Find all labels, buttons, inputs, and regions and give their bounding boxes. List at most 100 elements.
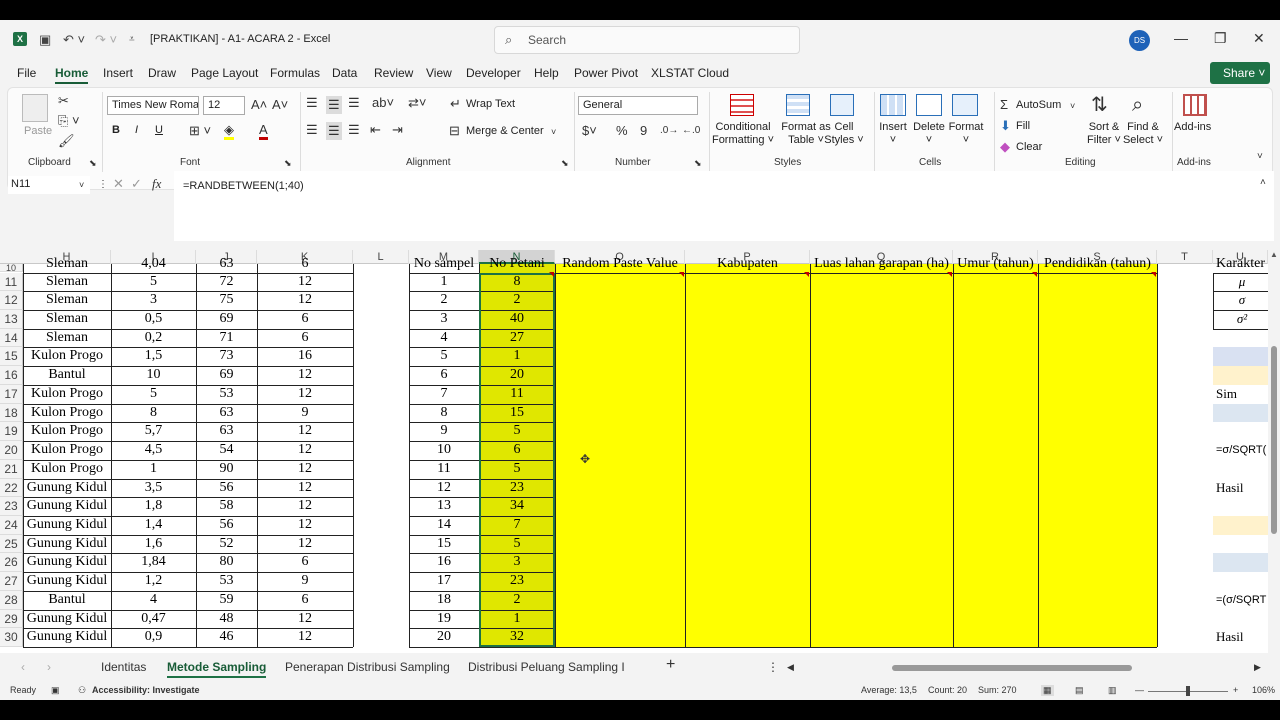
insert-function-icon[interactable]: fx xyxy=(152,177,161,191)
dialog-launcher-icon[interactable]: ⬊ xyxy=(561,156,569,170)
italic-button[interactable]: I xyxy=(135,124,138,136)
row-header-28[interactable]: 28 xyxy=(0,590,23,610)
cell-k20[interactable]: 12 xyxy=(257,441,353,460)
cell-h10[interactable]: Sleman xyxy=(23,255,111,273)
cell-m24[interactable]: 14 xyxy=(409,516,479,535)
sheet-tab-identitas[interactable]: Identitas xyxy=(101,660,146,674)
cell-k26[interactable]: 6 xyxy=(257,553,353,572)
row-header-13[interactable]: 13 xyxy=(0,309,23,329)
row-header-16[interactable]: 16 xyxy=(0,366,23,385)
cell-j24[interactable]: 56 xyxy=(196,516,257,535)
cell-i15[interactable]: 1,5 xyxy=(111,347,196,366)
chevron-down-icon[interactable]: ˅ xyxy=(551,125,556,139)
font-name-dropdown[interactable]: Times New Roman xyxy=(107,96,199,115)
cell-m26[interactable]: 16 xyxy=(409,553,479,572)
cell-i17[interactable]: 5 xyxy=(111,385,196,404)
page-layout-view-icon[interactable]: ▤ xyxy=(1075,685,1084,696)
align-left-icon[interactable]: ☰ xyxy=(306,123,318,137)
scroll-left-icon[interactable]: ◀ xyxy=(787,662,794,673)
cell-m22[interactable]: 12 xyxy=(409,479,479,498)
cell-j30[interactable]: 46 xyxy=(196,628,257,647)
cell-h15[interactable]: Kulon Progo xyxy=(23,347,111,366)
cell-j27[interactable]: 53 xyxy=(196,572,257,591)
tab-page-layout[interactable]: Page Layout xyxy=(191,66,258,80)
cell-k25[interactable]: 12 xyxy=(257,535,353,554)
cell-h14[interactable]: Sleman xyxy=(23,329,111,348)
cell-s10[interactable]: Pendidikan (tahun) xyxy=(1038,255,1157,273)
row-header-14[interactable]: 14 xyxy=(0,328,23,348)
scroll-right-icon[interactable]: ▶ xyxy=(1254,662,1261,673)
scroll-thumb[interactable] xyxy=(1271,346,1277,534)
customize-qat-icon[interactable]: ⩡ xyxy=(129,32,135,48)
restore-icon[interactable]: ❐ xyxy=(1214,30,1227,47)
cell-m23[interactable]: 13 xyxy=(409,497,479,516)
cell-u20[interactable]: =σ/SQRT( xyxy=(1216,441,1268,460)
cell-u28[interactable]: =(σ/SQRT xyxy=(1216,591,1268,610)
fill-color-icon[interactable]: ◈ xyxy=(224,123,234,140)
align-bottom-icon[interactable]: ☰ xyxy=(348,96,360,110)
dialog-launcher-icon[interactable]: ⬊ xyxy=(89,156,97,170)
tab-file[interactable]: File xyxy=(17,66,36,80)
cell-j14[interactable]: 71 xyxy=(196,329,257,348)
undo-icon[interactable]: ↶ ˅ xyxy=(63,32,85,48)
status-average[interactable]: Average: 13,5 xyxy=(861,685,917,695)
horizontal-scroll-thumb[interactable] xyxy=(892,665,1132,671)
format-cells-button[interactable]: Format ˅ xyxy=(948,121,984,147)
cell-j16[interactable]: 69 xyxy=(196,366,257,385)
cell-u22[interactable]: Hasil xyxy=(1216,479,1268,498)
cell-i26[interactable]: 1,84 xyxy=(111,553,196,572)
tab-view[interactable]: View xyxy=(426,66,452,80)
cell-m14[interactable]: 4 xyxy=(409,329,479,348)
row-header-26[interactable]: 26 xyxy=(0,553,23,573)
next-sheet-icon[interactable]: › xyxy=(47,660,51,674)
cell-h27[interactable]: Gunung Kidul xyxy=(23,572,111,591)
cell-m10[interactable]: No sampel xyxy=(409,255,479,273)
font-color-icon[interactable]: A xyxy=(259,123,268,140)
cell-k17[interactable]: 12 xyxy=(257,385,353,404)
zoom-in-icon[interactable]: + xyxy=(1233,685,1238,695)
cell-k11[interactable]: 12 xyxy=(257,273,353,292)
minimize-icon[interactable]: — xyxy=(1174,30,1188,46)
cell-i30[interactable]: 0,9 xyxy=(111,628,196,647)
scroll-up-icon[interactable]: ▲ xyxy=(1270,250,1278,259)
autosave-icon[interactable]: ▣ xyxy=(39,32,51,48)
zoom-slider-thumb[interactable] xyxy=(1186,686,1190,696)
more-sheets-icon[interactable]: ⋮ xyxy=(767,660,779,674)
status-count[interactable]: Count: 20 xyxy=(928,685,967,695)
comment-indicator-icon[interactable] xyxy=(549,271,554,277)
percent-icon[interactable]: % xyxy=(616,124,628,138)
sort-filter-button[interactable]: Sort & Filter ˅ xyxy=(1084,121,1124,147)
cell-j25[interactable]: 52 xyxy=(196,535,257,554)
formula-bar[interactable]: =RANDBETWEEN(1;40) xyxy=(174,171,1274,241)
cell-i25[interactable]: 1,6 xyxy=(111,535,196,554)
redo-icon[interactable]: ↷ ˅ xyxy=(95,32,117,48)
increase-decimal-icon[interactable]: .0→ xyxy=(660,124,678,138)
search-input[interactable]: ⌕ Search xyxy=(494,26,800,54)
cell-j29[interactable]: 48 xyxy=(196,610,257,629)
cell-i23[interactable]: 1,8 xyxy=(111,497,196,516)
number-format-dropdown[interactable]: General xyxy=(578,96,698,115)
increase-font-icon[interactable]: A˄ xyxy=(251,98,267,112)
merge-center-button[interactable]: Merge & Center xyxy=(466,125,544,137)
row-header-10[interactable]: 10 xyxy=(0,264,23,273)
status-sum[interactable]: Sum: 270 xyxy=(978,685,1017,695)
cell-j12[interactable]: 75 xyxy=(196,291,257,310)
comment-indicator-icon[interactable] xyxy=(804,271,809,277)
cell-j28[interactable]: 59 xyxy=(196,591,257,610)
name-box-dropdown-icon[interactable]: ˅ xyxy=(79,178,84,192)
cell-i13[interactable]: 0,5 xyxy=(111,310,196,329)
cell-k29[interactable]: 12 xyxy=(257,610,353,629)
cell-i12[interactable]: 3 xyxy=(111,291,196,310)
cell-h17[interactable]: Kulon Progo xyxy=(23,385,111,404)
row-header-12[interactable]: 12 xyxy=(0,291,23,310)
bold-button[interactable]: B xyxy=(112,124,120,136)
vertical-scrollbar[interactable]: ▲ ▼ xyxy=(1268,250,1280,673)
cell-h19[interactable]: Kulon Progo xyxy=(23,422,111,441)
cell-h23[interactable]: Gunung Kidul xyxy=(23,497,111,516)
cell-h21[interactable]: Kulon Progo xyxy=(23,460,111,479)
cancel-icon[interactable]: ✕ xyxy=(113,177,124,191)
cell-k14[interactable]: 6 xyxy=(257,329,353,348)
cell-h11[interactable]: Sleman xyxy=(23,273,111,292)
cell-h13[interactable]: Sleman xyxy=(23,310,111,329)
cell-i14[interactable]: 0,2 xyxy=(111,329,196,348)
